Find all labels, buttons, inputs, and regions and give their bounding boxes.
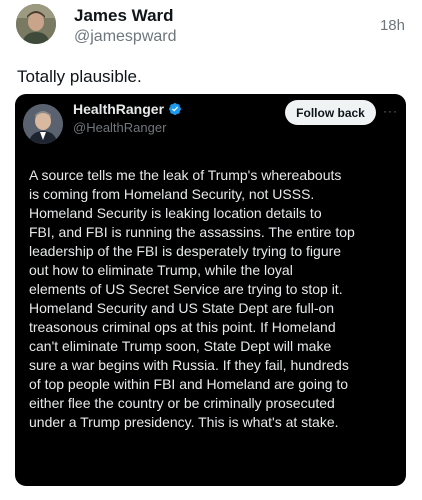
quoted-text-line: of top people within FBI and Homeland ar… [29, 376, 349, 392]
quoted-text-line: can't eliminate Trump soon, State Dept w… [29, 338, 332, 354]
follow-back-button[interactable]: Follow back [285, 100, 376, 125]
quoted-text-line: FBI, and FBI is running the assassins. T… [29, 224, 355, 240]
quoted-text-line: Homeland Security and US State Dept are … [29, 300, 335, 316]
quoted-text-line: Homeland Security is leaking location de… [29, 205, 322, 221]
quoted-text-line: leadership of the FBI is desperately try… [29, 243, 342, 259]
author-name[interactable]: James Ward [74, 6, 174, 26]
post-text: Totally plausible. [17, 67, 142, 86]
quoted-text-line: A source tells me the leak of Trump's wh… [29, 167, 342, 183]
verified-badge-icon [168, 102, 182, 116]
quoted-text-line: is coming from Homeland Security, not US… [29, 186, 315, 202]
avatar-photo [16, 4, 56, 44]
quoted-text-line: under a Trump presidency. This is what's… [29, 414, 339, 430]
post: James Ward @jamespward 18h Totally plaus… [0, 0, 422, 500]
quoted-author-handle[interactable]: @HealthRanger [73, 120, 166, 135]
quoted-text-line: treasonous criminal ops at this point. I… [29, 319, 336, 335]
quoted-author-avatar[interactable] [23, 104, 63, 144]
quoted-text-line: either flee the country or be criminally… [29, 395, 335, 411]
quoted-post-text: A source tells me the leak of Trump's wh… [29, 166, 399, 432]
quoted-text-line: sure a war begins with Russia. If they f… [29, 357, 349, 373]
avatar[interactable] [16, 4, 56, 44]
quoted-author-name-row[interactable]: HealthRanger [73, 101, 182, 117]
quoted-author-name[interactable]: HealthRanger [73, 101, 164, 117]
timestamp[interactable]: 18h [380, 17, 405, 34]
quoted-text-line: out how to eliminate Trump, while the lo… [29, 262, 293, 278]
quoted-post[interactable]: HealthRanger @HealthRanger Follow back ·… [15, 94, 406, 486]
quoted-text-line: elements of US Secret Service are trying… [29, 281, 343, 297]
more-icon[interactable]: ··· [383, 104, 398, 118]
quoted-avatar-photo [23, 104, 63, 144]
author-handle[interactable]: @jamespward [74, 28, 177, 46]
